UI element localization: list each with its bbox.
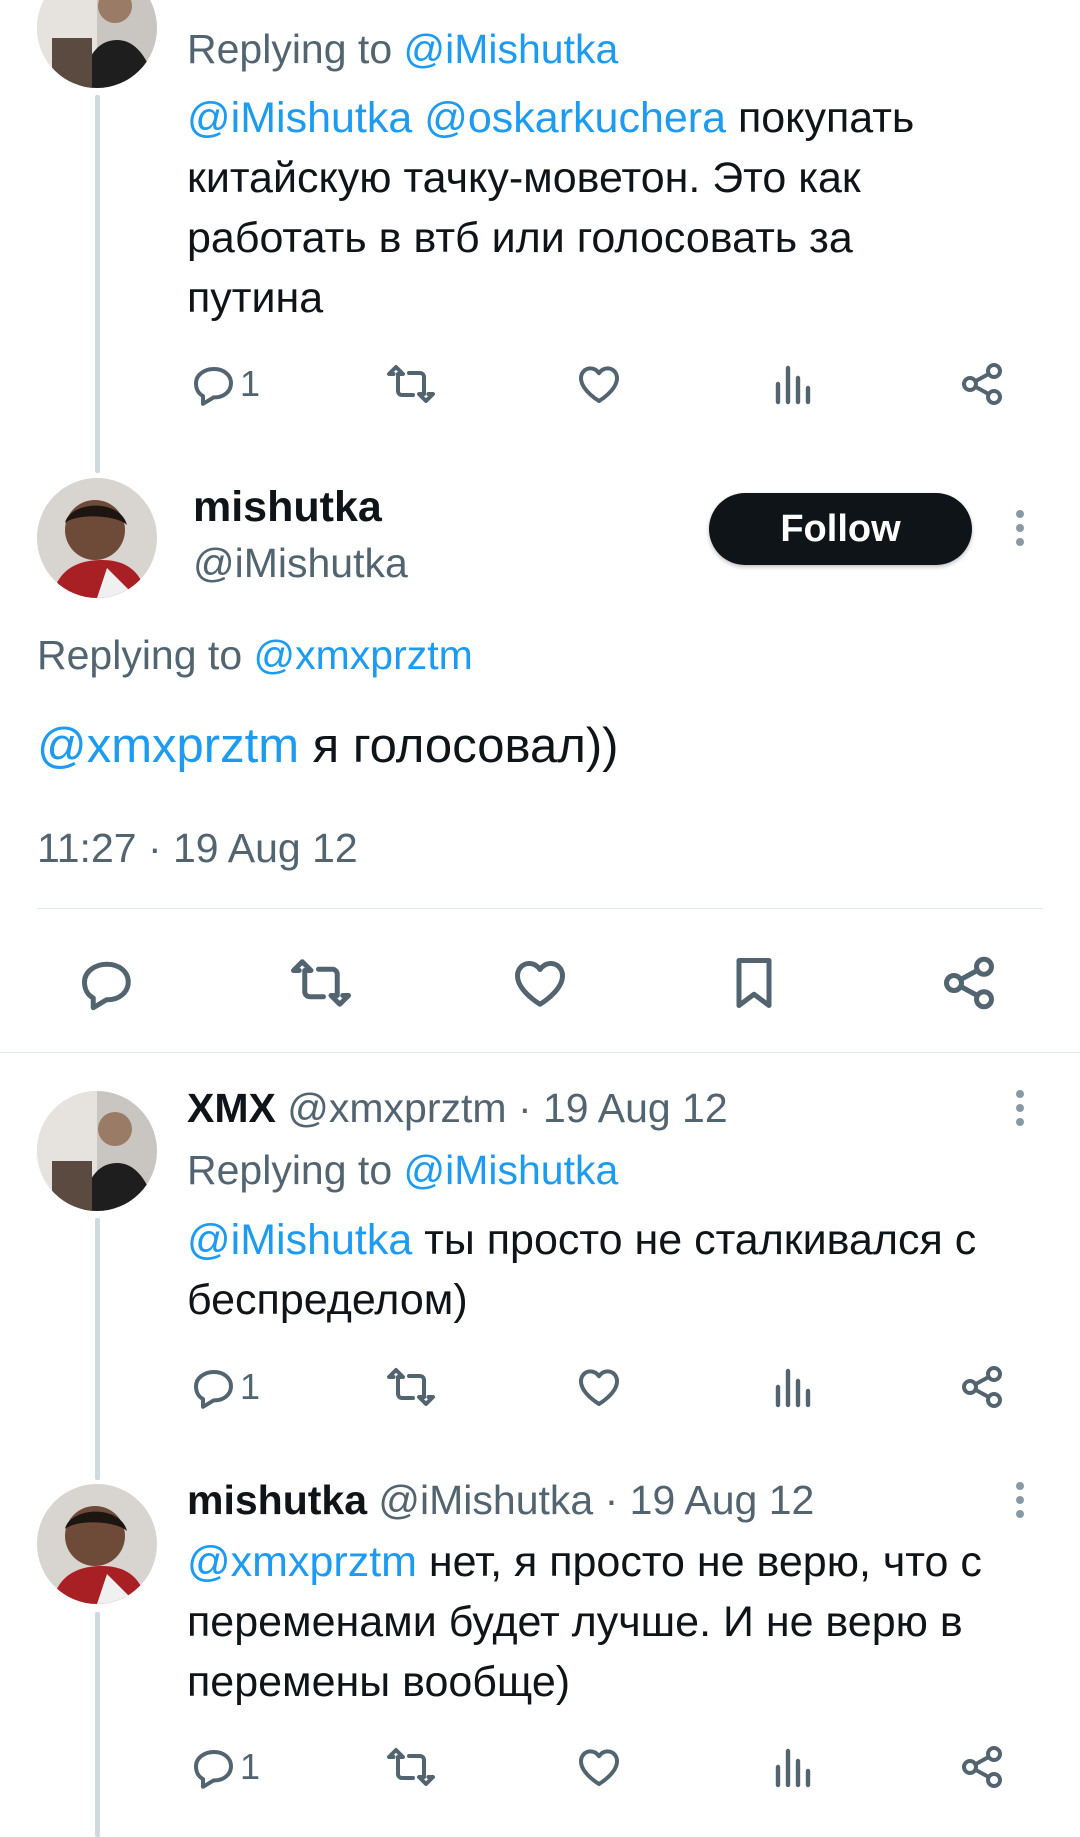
author-handle[interactable]: @iMishutka (378, 1477, 593, 1523)
mention-link[interactable]: @iMishutka (187, 1216, 412, 1264)
reply-button[interactable] (77, 953, 137, 1013)
follow-button[interactable]: Follow (709, 493, 972, 565)
tweet-text-line: @iMishutka ты просто не сталкивался с (187, 1210, 1057, 1270)
share-button[interactable] (958, 360, 1006, 408)
tweet-text-line: перемены вообще) (187, 1658, 571, 1706)
replying-handle-link[interactable]: @xmxprztm (254, 632, 473, 678)
retweet-icon (289, 953, 353, 1013)
tweet-text: @iMishutka ты просто не сталкивался с бе… (187, 1210, 1057, 1330)
author-handle[interactable]: @xmxprztm (287, 1085, 506, 1131)
reply-button[interactable]: 1 (190, 1743, 260, 1791)
author-handle[interactable]: @iMishutka (193, 540, 408, 587)
share-icon (958, 360, 1006, 408)
share-icon (939, 953, 999, 1013)
tweet-header: mishutka @iMishutka · 19 Aug 12 (187, 1475, 814, 1525)
mention-link[interactable]: @xmxprztm (187, 1538, 417, 1586)
divider (37, 908, 1043, 909)
avatar-mishutka[interactable] (37, 1484, 157, 1604)
tweet-date[interactable]: · 19 Aug 12 (507, 1085, 728, 1131)
like-button[interactable] (574, 360, 624, 408)
retweet-button[interactable] (385, 360, 437, 408)
retweet-icon (385, 1363, 437, 1411)
avatar-xmx[interactable] (37, 0, 157, 88)
avatar-xmx[interactable] (37, 1091, 157, 1211)
tweet-text-line: переменами будет лучше. И не верю в (187, 1598, 963, 1646)
like-icon (574, 360, 624, 408)
thread-line (95, 1612, 100, 1837)
retweet-button[interactable] (289, 953, 353, 1013)
thread-line (95, 1218, 100, 1480)
replying-prefix: Replying to (37, 632, 254, 678)
reply-count: 1 (240, 1366, 261, 1407)
more-icon[interactable] (1010, 510, 1030, 552)
tweet-date[interactable]: · 19 Aug 12 (593, 1477, 815, 1523)
author-name[interactable]: XMX (187, 1085, 276, 1131)
divider (0, 1052, 1080, 1053)
share-icon (958, 1363, 1006, 1411)
retweet-icon (385, 360, 437, 408)
avatar-mishutka[interactable] (37, 478, 157, 598)
replying-to: Replying to @iMishutka (187, 19, 618, 79)
tweet-text-line: китайскую тачку-моветон. Это как (187, 154, 861, 202)
more-icon[interactable] (1010, 1090, 1030, 1132)
reply-icon (190, 360, 238, 408)
bookmark-icon (724, 953, 784, 1013)
reply-count: 1 (240, 363, 261, 404)
tweet-text: @iMishutka @oskarkuchera покупать китайс… (187, 88, 1037, 328)
reply-icon (190, 1363, 238, 1411)
like-button[interactable] (574, 1743, 624, 1791)
reply-button[interactable]: 1 (190, 1363, 260, 1411)
author-name[interactable]: mishutka (193, 483, 382, 532)
text-span: нет, я просто не верю, что с (416, 1538, 982, 1586)
reply-icon (190, 1743, 238, 1791)
replying-handle-link[interactable]: @iMishutka (404, 1147, 619, 1193)
replying-prefix: Replying to (187, 1147, 404, 1193)
like-icon (574, 1363, 624, 1411)
like-icon (574, 1743, 624, 1791)
share-button[interactable] (939, 953, 999, 1013)
more-icon[interactable] (1010, 1482, 1030, 1524)
share-button[interactable] (958, 1363, 1006, 1411)
text-span: ты просто не сталкивался с (412, 1216, 977, 1264)
views-button[interactable] (768, 1743, 816, 1791)
reply-icon (77, 953, 137, 1013)
mention-link[interactable]: @oskarkuchera (424, 94, 726, 142)
tweet-text: @xmxprztm нет, я просто не верю, что с п… (187, 1532, 1057, 1712)
share-icon (958, 1743, 1006, 1791)
replying-handle-link[interactable]: @iMishutka (404, 26, 619, 72)
share-button[interactable] (958, 1743, 1006, 1791)
tweet-text-line: @iMishutka @oskarkuchera покупать (187, 88, 1037, 148)
retweet-button[interactable] (385, 1743, 437, 1791)
author-name[interactable]: mishutka (187, 1477, 367, 1523)
views-icon (768, 360, 816, 408)
mention-link[interactable]: @xmxprztm (37, 719, 299, 773)
replying-to: Replying to @xmxprztm (37, 632, 473, 679)
reply-count: 1 (240, 1746, 261, 1787)
text-span: я голосовал)) (299, 719, 619, 773)
views-icon (768, 1363, 816, 1411)
text-span: покупать (726, 94, 915, 142)
tweet-text-line: работать в втб или голосовать за (187, 214, 853, 262)
like-button[interactable] (574, 1363, 624, 1411)
like-button[interactable] (509, 953, 571, 1013)
replying-prefix: Replying to (187, 26, 404, 72)
bookmark-button[interactable] (724, 953, 784, 1013)
tweet-header: XMX @xmxprztm · 19 Aug 12 (187, 1083, 728, 1133)
tweet-text-line: @xmxprztm нет, я просто не верю, что с (187, 1532, 1057, 1592)
like-icon (509, 953, 571, 1013)
views-button[interactable] (768, 1363, 816, 1411)
mention-link[interactable]: @iMishutka (187, 94, 412, 142)
retweet-icon (385, 1743, 437, 1791)
tweet-text: @xmxprztm я голосовал)) (37, 718, 618, 774)
views-icon (768, 1743, 816, 1791)
tweet-text-line: беспределом) (187, 1276, 468, 1324)
reply-button[interactable]: 1 (190, 360, 260, 408)
replying-to: Replying to @iMishutka (187, 1145, 618, 1195)
retweet-button[interactable] (385, 1363, 437, 1411)
tweet-text-line: путина (187, 274, 324, 322)
views-button[interactable] (768, 360, 816, 408)
timestamp[interactable]: 11:27 · 19 Aug 12 (37, 825, 358, 872)
thread-line (95, 95, 100, 473)
